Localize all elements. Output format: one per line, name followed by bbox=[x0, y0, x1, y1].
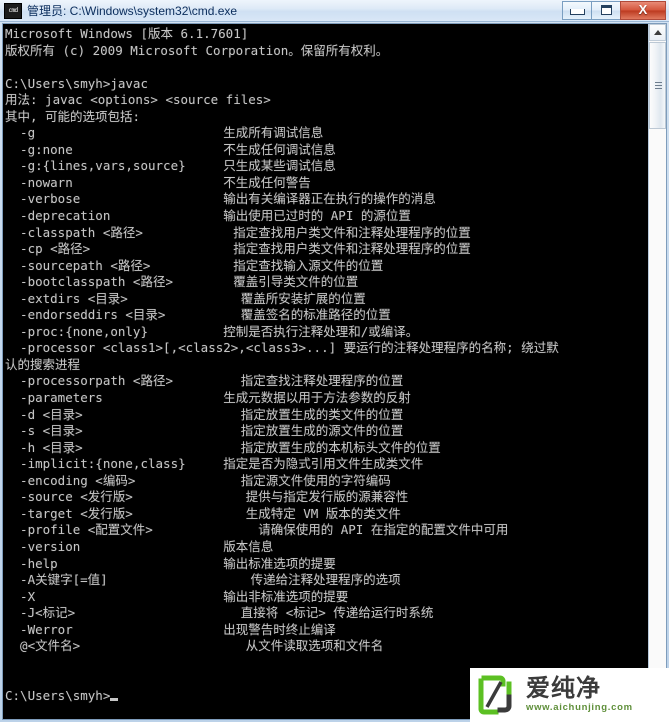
console-line: -g:{lines,vars,source} 只生成某些调试信息 bbox=[5, 158, 336, 174]
console-line: -s <目录> 指定放置生成的源文件的位置 bbox=[5, 423, 404, 439]
console-line: -processor <class1>[,<class2>,<class3>..… bbox=[5, 340, 559, 356]
console-line: -parameters 生成元数据以用于方法参数的反射 bbox=[5, 390, 411, 406]
console-line: -nowarn 不生成任何警告 bbox=[5, 174, 311, 190]
console-line: -encoding <编码> 指定源文件使用的字符编码 bbox=[5, 472, 391, 488]
aichunjing-logo-icon bbox=[478, 675, 518, 715]
console-line: 用法: javac <options> <source files> bbox=[5, 92, 271, 108]
window-title: 管理员: C:\Windows\system32\cmd.exe bbox=[27, 4, 238, 18]
console-line: -d <目录> 指定放置生成的类文件的位置 bbox=[5, 406, 404, 422]
console-line: -Werror 出现警告时终止编译 bbox=[5, 621, 336, 637]
watermark-url: www.aichunjing.com bbox=[526, 702, 633, 713]
console-line: -h <目录> 指定放置生成的本机标头文件的位置 bbox=[5, 439, 441, 455]
console-line: -implicit:{none,class} 指定是否为隐式引用文件生成类文件 bbox=[5, 456, 424, 472]
console-surface[interactable]: Microsoft Windows [版本 6.1.7601] 版权所有 (c) … bbox=[3, 24, 639, 719]
console-line: Microsoft Windows [版本 6.1.7601] bbox=[5, 26, 249, 41]
vertical-scrollbar[interactable] bbox=[648, 24, 666, 719]
close-icon: X bbox=[638, 2, 648, 17]
minimize-icon bbox=[570, 9, 585, 15]
console-line: -help 输出标准选项的提要 bbox=[5, 555, 336, 571]
console-line: -version 版本信息 bbox=[5, 538, 274, 554]
console-line: -g 生成所有调试信息 bbox=[5, 125, 324, 141]
minimize-button[interactable] bbox=[562, 1, 591, 20]
grip-icon bbox=[655, 81, 662, 90]
console-client-area: Microsoft Windows [版本 6.1.7601] 版权所有 (c) … bbox=[2, 23, 667, 720]
console-line: -sourcepath <路径> 指定查找输入源文件的位置 bbox=[5, 257, 384, 273]
console-line: @<文件名> 从文件读取选项和文件名 bbox=[5, 638, 384, 654]
console-line: C:\Users\smyh>javac bbox=[5, 75, 148, 91]
console-line: -X 输出非标准选项的提要 bbox=[5, 588, 349, 604]
cmd-window: cmd 管理员: C:\Windows\system32\cmd.exe X M… bbox=[0, 0, 669, 722]
scrollbar-thumb[interactable] bbox=[649, 42, 666, 129]
console-prompt: C:\Users\smyh> bbox=[5, 687, 111, 703]
scroll-up-button[interactable] bbox=[649, 24, 666, 41]
console-line: -target <发行版> 生成特定 VM 版本的类文件 bbox=[5, 505, 401, 521]
watermark-text-block: 爱纯净 www.aichunjing.com bbox=[526, 676, 669, 714]
console-line: -processorpath <路径> 指定查找注释处理程序的位置 bbox=[5, 373, 404, 389]
text-cursor bbox=[110, 697, 119, 701]
console-line: -source <发行版> 提供与指定发行版的源兼容性 bbox=[5, 489, 409, 505]
console-line: -profile <配置文件> 请确保使用的 API 在指定的配置文件中可用 bbox=[5, 522, 509, 538]
watermark-brand: 爱纯净 bbox=[526, 675, 601, 702]
console-line: -endorseddirs <目录> 覆盖签名的标准路径的位置 bbox=[5, 307, 391, 323]
scrollbar-track[interactable] bbox=[649, 41, 666, 702]
title-bar[interactable]: cmd 管理员: C:\Windows\system32\cmd.exe X bbox=[0, 0, 669, 22]
close-button[interactable]: X bbox=[620, 1, 666, 20]
console-line: -cp <路径> 指定查找用户类文件和注释处理程序的位置 bbox=[5, 241, 471, 257]
console-system-icon[interactable]: cmd bbox=[4, 2, 22, 19]
console-line: -g:none 不生成任何调试信息 bbox=[5, 141, 336, 157]
console-line: -verbose 输出有关编译器正在执行的操作的消息 bbox=[5, 191, 436, 207]
console-line: -extdirs <目录> 覆盖所安装扩展的位置 bbox=[5, 290, 366, 306]
console-text: Microsoft Windows [版本 6.1.7601] 版权所有 (c) … bbox=[5, 26, 559, 704]
console-line: -J<标记> 直接将 <标记> 传递给运行时系统 bbox=[5, 605, 434, 621]
console-line: -A关键字[=值] 传递给注释处理程序的选项 bbox=[5, 572, 401, 588]
console-line: 其中, 可能的选项包括: bbox=[5, 108, 141, 124]
console-line: 版权所有 (c) 2009 Microsoft Corporation。保留所有… bbox=[5, 42, 389, 58]
maximize-button[interactable] bbox=[591, 1, 620, 20]
console-line: 认的搜索进程 bbox=[5, 356, 81, 372]
console-line: -classpath <路径> 指定查找用户类文件和注释处理程序的位置 bbox=[5, 224, 471, 240]
chevron-up-icon bbox=[654, 30, 662, 35]
window-controls: X bbox=[562, 1, 666, 21]
console-line: -bootclasspath <路径> 覆盖引导类文件的位置 bbox=[5, 274, 359, 290]
console-line: -deprecation 输出使用已过时的 API 的源位置 bbox=[5, 208, 411, 224]
watermark-overlay: 爱纯净 www.aichunjing.com bbox=[470, 668, 669, 722]
restore-icon bbox=[601, 5, 612, 15]
console-line: -proc:{none,only} 控制是否执行注释处理和/或编译。 bbox=[5, 323, 419, 339]
